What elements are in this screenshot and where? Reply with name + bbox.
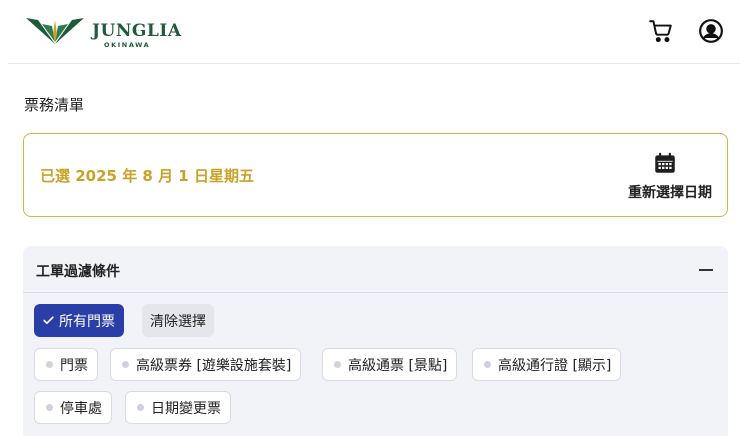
filter-chip-parking[interactable]: 停車處 [34, 391, 112, 424]
logo-wordmark: JUNGLIA [92, 21, 182, 41]
shopping-cart-icon [649, 20, 672, 43]
chip-dot-icon [122, 361, 129, 368]
user-account-icon [699, 19, 723, 43]
page-title: 票務清單 [24, 96, 85, 114]
reselect-date-label: 重新選擇日期 [628, 185, 712, 201]
chip-label: 停車處 [60, 400, 102, 417]
chip-dot-icon [484, 361, 491, 368]
chip-dot-icon [46, 404, 53, 411]
junglia-logo[interactable]: JUNGLIA OKINAWA [24, 14, 182, 49]
chip-dot-icon [137, 404, 144, 411]
leaf-logo-icon [26, 18, 84, 44]
filter-chip-premium-ride-package[interactable]: 高級票券 [遊樂設施套裝] [110, 348, 302, 381]
chip-dot-icon [46, 361, 53, 368]
filter-chip-premium-pass-shows[interactable]: 高級通行證 [顯示] [472, 348, 622, 381]
ticket-filter-panel: 工單過濾條件 所有門票 清除選擇 門票 高級票券 [遊樂設施套裝] 高級通票 [… [23, 246, 728, 436]
filter-chip-date-change[interactable]: 日期變更票 [125, 391, 231, 424]
all-tickets-button[interactable]: 所有門票 [34, 304, 124, 337]
cart-button[interactable] [646, 16, 676, 46]
filter-chip-tickets[interactable]: 門票 [34, 348, 98, 381]
chip-label: 高級通票 [景點] [348, 357, 448, 374]
filter-title: 工單過濾條件 [36, 264, 120, 280]
checkmark-icon [43, 316, 54, 325]
chip-label: 門票 [60, 357, 88, 374]
calendar-icon [655, 152, 675, 173]
top-header: JUNGLIA OKINAWA [8, 0, 740, 64]
chip-label: 日期變更票 [151, 400, 221, 417]
chip-label: 高級票券 [遊樂設施套裝] [136, 357, 292, 374]
chip-label: 高級通行證 [顯示] [498, 357, 612, 374]
filter-chip-premium-pass-attractions[interactable]: 高級通票 [景點] [322, 348, 458, 381]
account-button[interactable] [696, 16, 726, 46]
all-tickets-label: 所有門票 [59, 313, 115, 330]
filter-header[interactable]: 工單過濾條件 [23, 246, 728, 293]
collapse-minus-icon[interactable] [698, 262, 714, 278]
chip-dot-icon [334, 361, 341, 368]
selected-date-text: 已選 2025 年 8 月 1 日星期五 [40, 167, 254, 185]
clear-selection-button[interactable]: 清除選擇 [142, 304, 214, 337]
logo-subtitle: OKINAWA [104, 41, 151, 49]
date-selection-card: 已選 2025 年 8 月 1 日星期五 重新選擇日期 [23, 133, 728, 217]
